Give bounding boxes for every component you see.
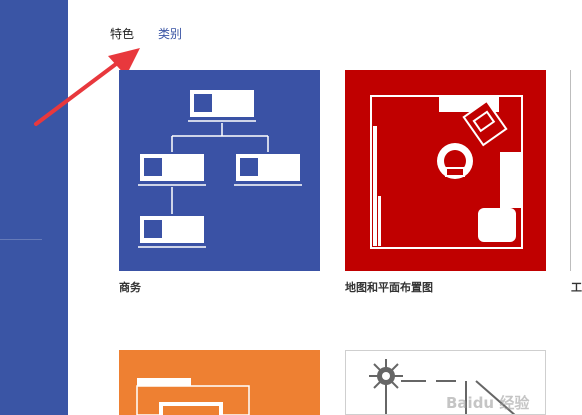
template-business-thumbnail[interactable] xyxy=(119,70,320,271)
template-orange-thumbnail[interactable] xyxy=(119,350,320,415)
template-engineering-thumbnail[interactable] xyxy=(570,70,582,271)
template-business-label[interactable]: 商务 xyxy=(119,281,141,294)
org-chart-icon xyxy=(138,90,302,248)
sidebar-divider xyxy=(0,239,42,240)
watermark: Baidu 经验 xyxy=(446,394,530,412)
tab-featured[interactable]: 特色 xyxy=(110,27,134,41)
folder-icon xyxy=(136,378,250,415)
template-maps-floorplans-label[interactable]: 地图和平面布置图 xyxy=(345,281,433,294)
template-engineering-label[interactable]: 工 xyxy=(571,281,582,294)
floor-plan-icon xyxy=(370,95,523,249)
tab-category[interactable]: 类别 xyxy=(158,27,182,41)
template-maps-floorplans-thumbnail[interactable] xyxy=(345,70,546,271)
